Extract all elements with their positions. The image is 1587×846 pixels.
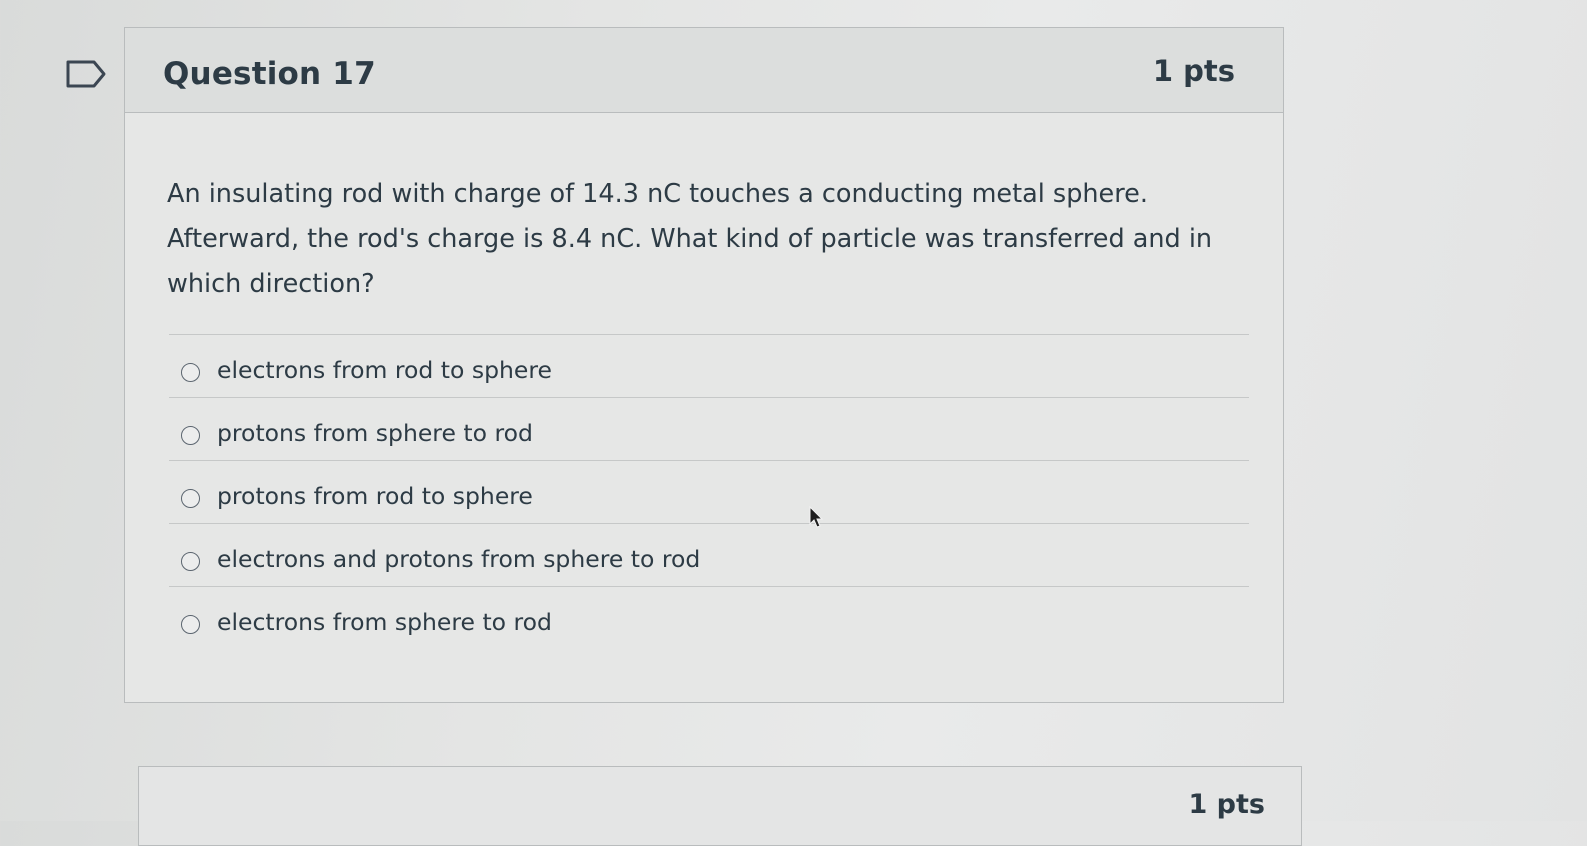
- next-question-card: 1 pts: [138, 766, 1302, 846]
- answer-label[interactable]: electrons and protons from sphere to rod: [217, 545, 700, 573]
- radio-button[interactable]: [181, 363, 200, 382]
- question-text: An insulating rod with charge of 14.3 nC…: [167, 179, 1213, 299]
- question-title: Question 17: [163, 56, 376, 92]
- question-card: Question 17 1 pts An insulating rod with…: [124, 27, 1284, 703]
- answer-option[interactable]: electrons and protons from sphere to rod: [169, 523, 1249, 586]
- answer-option[interactable]: protons from rod to sphere: [169, 460, 1249, 523]
- answer-label[interactable]: electrons from sphere to rod: [217, 608, 552, 636]
- radio-button[interactable]: [181, 426, 200, 445]
- radio-button[interactable]: [181, 615, 200, 634]
- answer-list: electrons from rod to sphere protons fro…: [169, 334, 1249, 649]
- radio-button[interactable]: [181, 552, 200, 571]
- answer-label[interactable]: electrons from rod to sphere: [217, 356, 552, 384]
- question-points: 1 pts: [1152, 54, 1235, 88]
- answer-label[interactable]: protons from sphere to rod: [217, 419, 533, 447]
- answer-option[interactable]: electrons from sphere to rod: [169, 586, 1249, 649]
- answer-option[interactable]: protons from sphere to rod: [169, 397, 1249, 460]
- question-header: Question 17 1 pts: [125, 28, 1283, 113]
- flag-question-icon[interactable]: [66, 60, 106, 88]
- mouse-pointer-icon: [809, 506, 824, 528]
- radio-button[interactable]: [181, 489, 200, 508]
- answer-option[interactable]: electrons from rod to sphere: [169, 334, 1249, 397]
- next-question-points: 1 pts: [1188, 789, 1266, 820]
- answer-label[interactable]: protons from rod to sphere: [217, 482, 533, 510]
